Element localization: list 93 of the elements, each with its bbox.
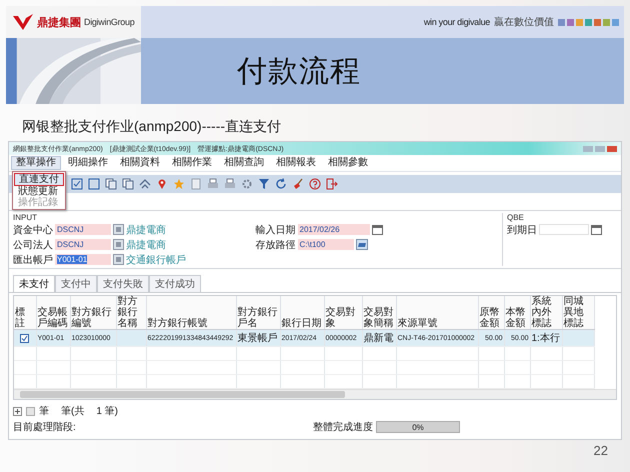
column-header: 本幣金額: [504, 296, 530, 330]
color-squares-icon: [558, 18, 620, 26]
menu-item[interactable]: 明細操作: [63, 156, 113, 170]
calendar-icon[interactable]: [372, 224, 382, 235]
slide-title: 付款流程: [237, 54, 361, 90]
status-label: 目前處理階段:: [13, 420, 77, 434]
calendar-icon[interactable]: [591, 224, 602, 235]
page-icon[interactable]: [26, 406, 35, 416]
settings-icon[interactable]: [241, 178, 253, 190]
field-label: 資金中心: [13, 224, 53, 236]
tab[interactable]: 支付中: [55, 275, 97, 292]
checkbox-icon[interactable]: [71, 178, 83, 190]
column-header: 同城異地標誌: [562, 296, 594, 330]
table-cell: 1:本行: [532, 333, 560, 344]
record-count: 筆(共: [61, 404, 84, 418]
refresh-icon[interactable]: [275, 178, 287, 190]
logo-brand: DigiwinGroup: [84, 17, 134, 27]
column-header: 銀行日期: [280, 296, 324, 330]
menu-item[interactable]: 相關參數: [323, 156, 373, 170]
table-cell: 鼎新電: [364, 333, 394, 344]
column-header: 對方銀行編號: [70, 296, 116, 330]
field-value: DSCNJ: [57, 240, 84, 249]
menu-option[interactable]: 直連支付: [14, 173, 64, 186]
scrollbar[interactable]: [14, 389, 616, 399]
column-header: 交易對象簡稱: [362, 296, 396, 330]
table-cell: 東景帳戶: [238, 333, 278, 344]
column-header: 原幣金額: [478, 296, 504, 330]
page-number: 22: [594, 443, 608, 458]
lookup-icon[interactable]: [113, 254, 124, 265]
record-count: 1 筆): [96, 405, 118, 418]
exit-icon[interactable]: [326, 178, 338, 190]
column-header: 對方銀行名稱: [116, 296, 146, 330]
folder-icon[interactable]: [356, 239, 368, 250]
page-icon[interactable]: [190, 178, 202, 190]
progress-label: 整體完成進度: [313, 420, 373, 434]
star-icon[interactable]: [173, 178, 185, 190]
tab[interactable]: 未支付: [13, 275, 55, 292]
logo-text: 鼎捷集團: [37, 16, 81, 30]
input-field[interactable]: 2017/02/26: [298, 224, 370, 235]
field-description: 鼎捷電商: [126, 238, 166, 252]
menu-item[interactable]: 相關資料: [115, 156, 165, 170]
field-label: 公司法人: [13, 238, 53, 252]
progress-reading: 0%: [412, 422, 424, 432]
field-value: Y001-01: [57, 255, 88, 264]
input-field[interactable]: DSCNJ: [55, 239, 111, 250]
record-count: 筆: [39, 405, 49, 418]
column-header: 對方銀行戶名: [236, 296, 280, 330]
tagline-text: 贏在數位價值: [494, 16, 554, 29]
group-title: QBE: [507, 213, 525, 222]
filter-icon[interactable]: [258, 178, 270, 190]
close-button[interactable]: [607, 146, 617, 152]
lookup-icon[interactable]: [113, 239, 124, 250]
group-title: INPUT: [13, 213, 38, 222]
input-field[interactable]: [539, 224, 589, 235]
checkbox[interactable]: [20, 334, 30, 342]
field-value: DSCNJ: [57, 225, 84, 234]
field-label: 匯出帳戶: [13, 254, 53, 266]
column-header: 來源單號: [396, 296, 478, 330]
slide-subtitle: 网银整批支付作业(anmp200)-----直连支付: [22, 118, 282, 136]
menu-item[interactable]: 相關報表: [271, 156, 321, 170]
logo-icon: [12, 13, 34, 31]
printer-icon[interactable]: [224, 178, 236, 190]
column-header: 對方銀行帳號: [146, 296, 236, 330]
tab[interactable]: 支付成功: [149, 275, 201, 292]
lookup-icon[interactable]: [113, 224, 124, 235]
copy-icon[interactable]: [105, 178, 117, 190]
column-header: 標註: [14, 296, 36, 330]
field-description: 鼎捷電商: [126, 224, 166, 236]
printer-icon[interactable]: [207, 178, 219, 190]
field-value: 2017/02/26: [300, 225, 340, 234]
field-label: 存放路徑: [256, 238, 296, 252]
help-icon[interactable]: [309, 178, 321, 190]
copy-icon[interactable]: [122, 178, 134, 190]
input-field[interactable]: Y001-01: [55, 254, 111, 265]
menu-item[interactable]: 相關查詢: [219, 156, 269, 170]
input-field[interactable]: C:\t100: [298, 239, 354, 250]
add-icon[interactable]: [13, 406, 22, 416]
field-label: 到期日: [507, 224, 537, 236]
broom-icon[interactable]: [292, 178, 304, 190]
menu-option[interactable]: 狀態更新: [14, 186, 64, 197]
input-field[interactable]: DSCNJ: [55, 224, 111, 235]
field-value: C:\t100: [300, 240, 326, 249]
menu-item[interactable]: 相關作業: [167, 156, 217, 170]
tagline: win your digivalue: [424, 17, 490, 27]
column-header: 系統內外標誌: [530, 296, 562, 330]
menu-item[interactable]: 整單操作: [11, 156, 61, 170]
pin-icon[interactable]: [156, 178, 168, 190]
field-description: 交通銀行帳戶: [126, 254, 186, 266]
square-icon[interactable]: [88, 178, 100, 190]
column-header: 交易對象: [324, 296, 362, 330]
field-label: 輸入日期: [256, 224, 296, 236]
column-header: 交易帳戶編碼: [36, 296, 70, 330]
tab[interactable]: 支付失敗: [97, 275, 149, 292]
